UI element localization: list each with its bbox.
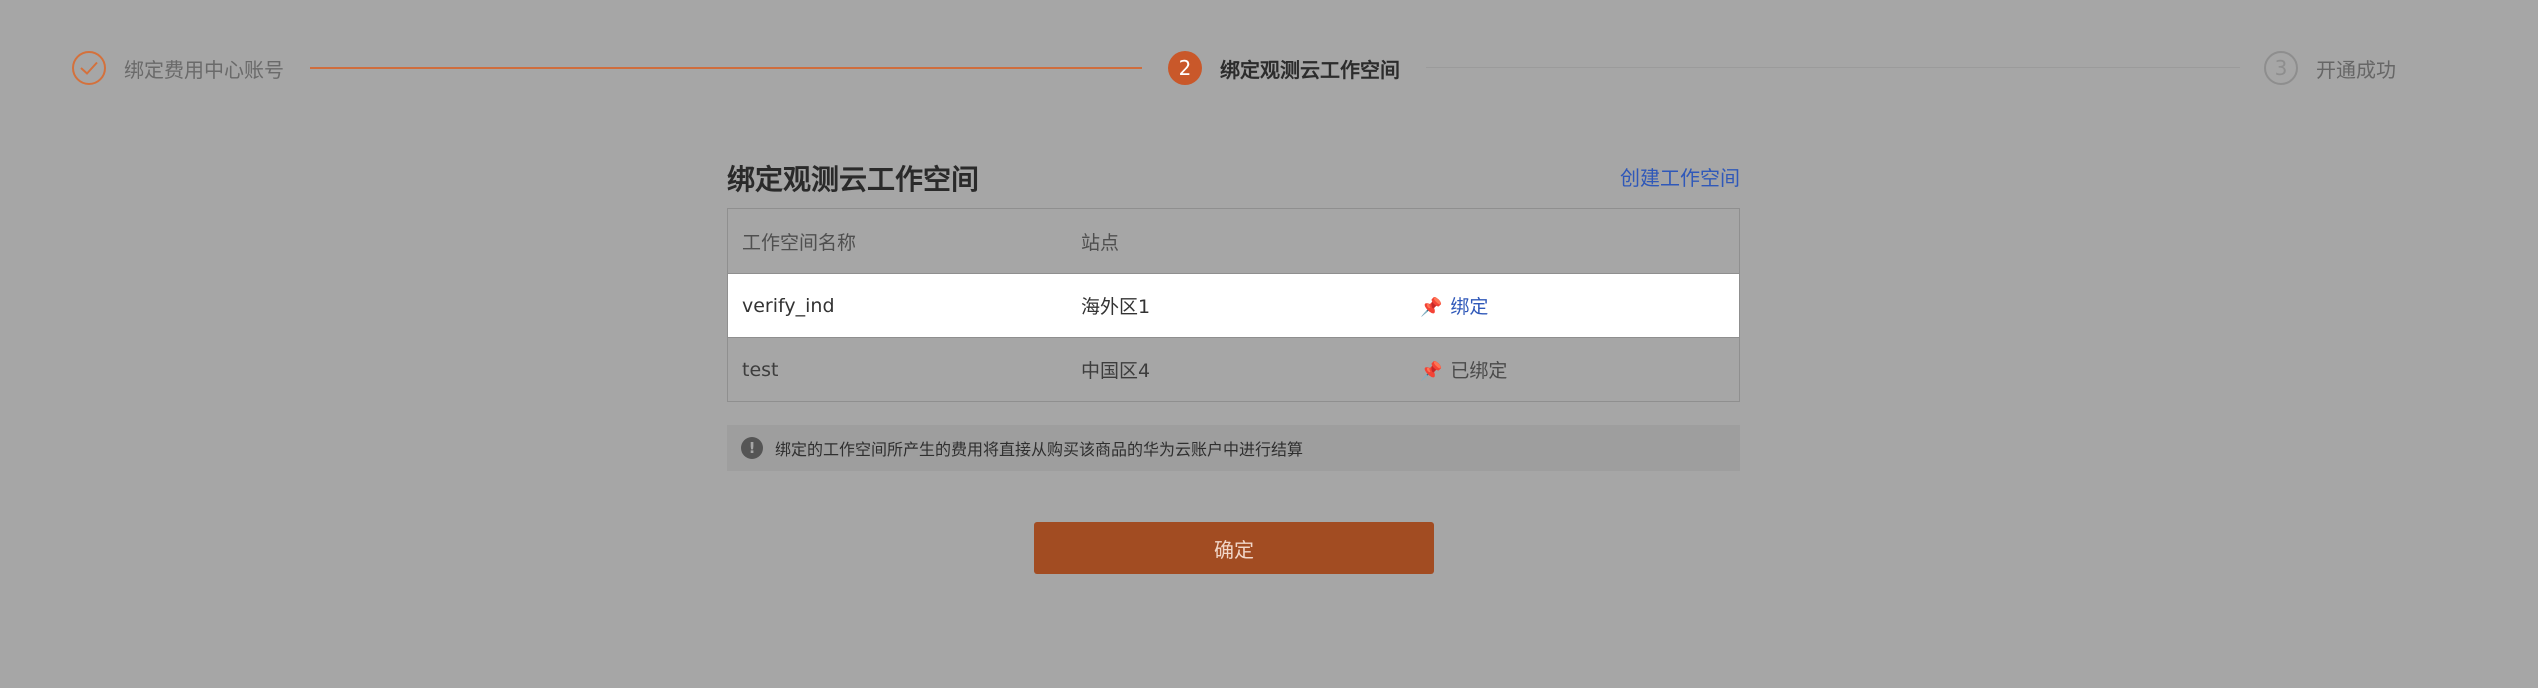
stepper: 绑定费用中心账号 2 绑定观测云工作空间 3 开通成功 [0,0,2538,135]
page-title: 绑定观测云工作空间 [727,163,980,196]
info-icon: ! [741,437,763,459]
column-header-workspace-name: 工作空间名称 [742,231,857,254]
workspace-table: 工作空间名称 站点 verify_ind 海外区1 📌 绑定 test 中国区4 … [727,208,1740,402]
bound-status-label: 已绑定 [1450,360,1508,382]
bind-button-label: 绑定 [1450,296,1489,318]
table-row[interactable]: test 中国区4 📌 已绑定 [728,337,1739,401]
step-activation-success: 3 开通成功 [2264,48,2396,88]
step-number: 3 [2264,51,2298,85]
workspace-name: verify_ind [742,294,835,317]
bind-workspace-panel: 绑定观测云工作空间 创建工作空间 工作空间名称 站点 verify_ind 海外… [727,150,1740,471]
workspace-site: 海外区1 [1081,296,1151,318]
pin-icon: 📌 [1420,297,1443,318]
step-connector-pending [1426,67,2240,68]
step-label: 绑定费用中心账号 [124,57,284,82]
step-connector-done [310,67,1142,69]
step-bind-billing-account: 绑定费用中心账号 [72,48,284,88]
bound-status: 📌 已绑定 [1420,356,1507,383]
step-label: 绑定观测云工作空间 [1220,57,1400,82]
workspace-site: 中国区4 [1081,360,1151,382]
step-number: 2 [1168,51,1202,85]
check-icon [72,51,106,85]
column-header-site: 站点 [1081,231,1120,254]
table-header-row: 工作空间名称 站点 [728,209,1739,273]
panel-header: 绑定观测云工作空间 创建工作空间 [727,150,1740,208]
bind-button[interactable]: 📌 绑定 [1420,292,1488,319]
billing-notice: ! 绑定的工作空间所产生的费用将直接从购买该商品的华为云账户中进行结算 [727,425,1740,471]
workspace-name: test [742,358,779,381]
step-label: 开通成功 [2316,57,2396,82]
pin-icon: 📌 [1420,361,1443,382]
step-bind-workspace: 2 绑定观测云工作空间 [1168,48,1400,88]
create-workspace-link[interactable]: 创建工作空间 [1620,162,1740,191]
table-row[interactable]: verify_ind 海外区1 📌 绑定 [728,273,1739,337]
notice-text: 绑定的工作空间所产生的费用将直接从购买该商品的华为云账户中进行结算 [775,440,1304,459]
confirm-button[interactable]: 确定 [1034,522,1434,574]
